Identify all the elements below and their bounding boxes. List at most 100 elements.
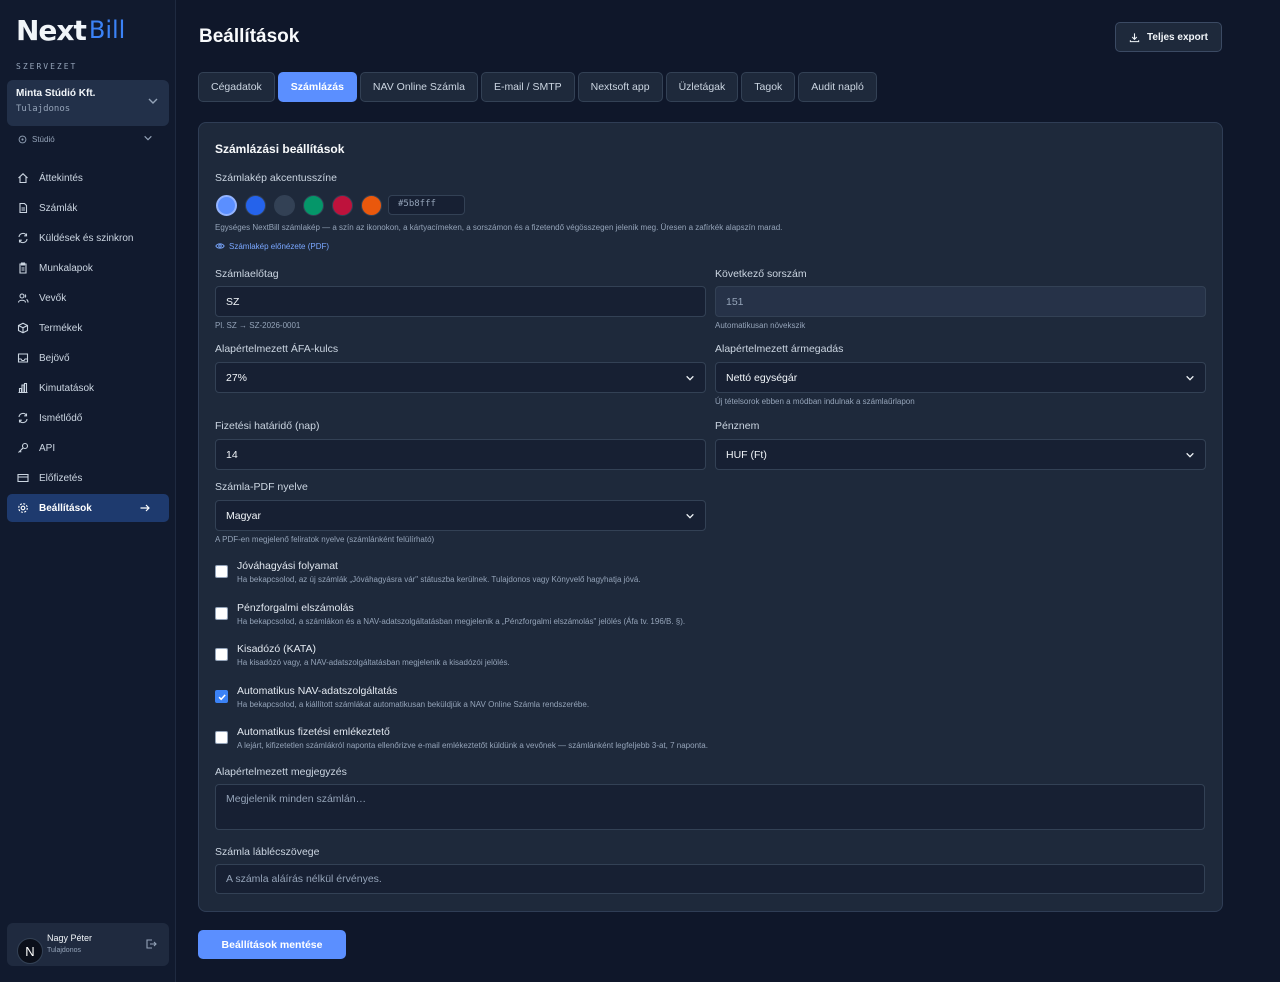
save-settings-button[interactable]: Beállítások mentése	[198, 930, 346, 959]
sidebar-item-label: Küldések és szinkron	[39, 232, 134, 244]
box-icon	[17, 322, 29, 334]
export-label: Teljes export	[1147, 31, 1208, 43]
export-button[interactable]: Teljes export	[1115, 22, 1222, 52]
footer-text-input[interactable]: A számla aláírás nélkül érvényes.	[215, 864, 1205, 894]
sidebar-item-attekintes[interactable]: Áttekintés	[7, 164, 169, 192]
chevron-down-icon	[148, 98, 158, 104]
tab-cegadatok[interactable]: Cégadatok	[198, 72, 275, 102]
pdf-language-select[interactable]: Magyar	[215, 500, 706, 531]
vat-select[interactable]: 27%	[215, 362, 706, 393]
user-role: Tulajdonos	[47, 947, 81, 954]
chevron-down-icon	[686, 513, 694, 519]
tab-szamlazas[interactable]: Számlázás	[277, 72, 357, 102]
app-logo[interactable]: Next Bill	[16, 13, 126, 47]
chevron-down-icon	[144, 135, 152, 141]
tab-audit-naplo[interactable]: Audit napló	[798, 72, 877, 102]
auto-nav-option[interactable]: Automatikus NAV-adatszolgáltatás Ha beka…	[215, 685, 589, 709]
sidebar-item-bejovo[interactable]: Bejövő	[7, 344, 169, 372]
next-number-label: Következő sorszám	[715, 268, 807, 280]
sidebar-item-label: Vevők	[39, 292, 67, 304]
key-icon	[18, 442, 29, 453]
org-role: Tulajdonos	[16, 104, 71, 114]
accent-swatch-blue-light[interactable]	[216, 195, 237, 216]
cash-accounting-option[interactable]: Pénzforgalmi elszámolás Ha bekapcsolod, …	[215, 602, 685, 626]
logout-icon[interactable]	[145, 938, 157, 950]
sidebar-item-vevok[interactable]: Vevők	[7, 284, 169, 312]
payment-reminder-option[interactable]: Automatikus fizetési emlékeztető A lejár…	[215, 726, 708, 750]
accent-swatch-slate[interactable]	[274, 195, 295, 216]
sidebar-item-beallitasok[interactable]: Beállítások	[7, 494, 169, 522]
sidebar-item-label: Bejövő	[39, 352, 70, 364]
sidebar-item-label: Ismétlődő	[39, 412, 83, 424]
approval-workflow-checkbox[interactable]	[215, 565, 228, 578]
auto-nav-checkbox[interactable]	[215, 690, 228, 703]
sidebar-item-munkalapok[interactable]: Munkalapok	[7, 254, 169, 282]
sidebar-item-elofizetes[interactable]: Előfizetés	[7, 464, 169, 492]
tab-nextsoft-app[interactable]: Nextsoft app	[577, 72, 663, 102]
default-note-label: Alapértelmezett megjegyzés	[215, 766, 347, 778]
accent-hex-input[interactable]: #5b8fff	[388, 195, 465, 215]
sidebar-item-api[interactable]: API	[7, 434, 169, 462]
tab-tagok[interactable]: Tagok	[741, 72, 796, 102]
tab-nav-online[interactable]: NAV Online Számla	[359, 72, 478, 102]
sidebar-item-label: Kimutatások	[39, 382, 95, 394]
studio-selector[interactable]: Stúdió	[18, 132, 158, 146]
card-title: Számlázási beállítások	[215, 142, 345, 156]
kata-checkbox[interactable]	[215, 648, 228, 661]
option-title: Pénzforgalmi elszámolás	[237, 602, 354, 614]
accent-swatch-green[interactable]	[303, 195, 324, 216]
payment-reminder-checkbox[interactable]	[215, 731, 228, 744]
clipboard-icon	[19, 262, 27, 274]
default-note-textarea[interactable]: Megjelenik minden számlán…	[215, 784, 1205, 830]
logo-bill: Bill	[88, 16, 126, 44]
currency-label: Pénznem	[715, 420, 760, 432]
option-title: Automatikus NAV-adatszolgáltatás	[237, 685, 398, 697]
sidebar-item-kuldesek[interactable]: Küldések és szinkron	[7, 224, 169, 252]
tab-uzletagak[interactable]: Üzletágak	[665, 72, 739, 102]
option-title: Automatikus fizetési emlékeztető	[237, 726, 390, 738]
vat-label: Alapértelmezett ÁFA-kulcs	[215, 343, 339, 355]
pdf-preview-link[interactable]: Számlakép előnézete (PDF)	[215, 241, 329, 251]
sidebar-item-szamlak[interactable]: Számlák	[7, 194, 169, 222]
chart-icon	[18, 382, 28, 394]
accent-label: Számlakép akcentusszíne	[215, 172, 337, 184]
pdf-preview-label: Számlakép előnézete (PDF)	[229, 241, 330, 251]
sidebar-item-label: Termékek	[39, 322, 83, 334]
sidebar-item-ismetlodo[interactable]: Ismétlődő	[7, 404, 169, 432]
accent-swatch-orange[interactable]	[361, 195, 382, 216]
download-icon	[1129, 32, 1140, 42]
logo-next: Next	[16, 13, 87, 47]
sidebar-item-kimutatasok[interactable]: Kimutatások	[7, 374, 169, 402]
price-mode-label: Alapértelmezett ármegadás	[715, 343, 844, 355]
users-icon	[17, 293, 29, 303]
accent-swatch-blue[interactable]	[245, 195, 266, 216]
prefix-label: Számlaelőtag	[215, 268, 279, 280]
due-days-input[interactable]: 14	[215, 439, 706, 470]
kata-option[interactable]: Kisadózó (KATA) Ha kisadózó vagy, a NAV-…	[215, 643, 510, 667]
user-profile[interactable]: N Nagy Péter Tulajdonos	[7, 923, 169, 966]
price-mode-select[interactable]: Nettó egységár	[715, 362, 1206, 393]
accent-swatch-red[interactable]	[332, 195, 353, 216]
settings-tabs: Cégadatok Számlázás NAV Online Számla E-…	[198, 72, 880, 102]
due-days-label: Fizetési határidő (nap)	[215, 420, 320, 432]
cash-accounting-checkbox[interactable]	[215, 607, 228, 620]
org-switcher[interactable]: Minta Stúdió Kft. Tulajdonos	[7, 80, 169, 126]
sidebar: Next Bill SZERVEZET Minta Stúdió Kft. Tu…	[0, 0, 176, 982]
avatar: N	[17, 938, 43, 964]
org-section-label: SZERVEZET	[16, 62, 78, 71]
price-mode-value: Nettó egységár	[726, 371, 798, 384]
option-title: Kisadózó (KATA)	[237, 643, 316, 655]
next-number-hint: Automatikusan növekszik	[715, 321, 806, 330]
eye-icon	[215, 243, 225, 249]
currency-value: HUF (Ft)	[726, 448, 767, 461]
approval-workflow-option[interactable]: Jóváhagyási folyamat Ha bekapcsolod, az …	[215, 560, 641, 584]
option-description: Ha bekapcsolod, a kiállított számlákat a…	[237, 700, 590, 709]
vat-select-value: 27%	[226, 371, 248, 384]
tab-email-smtp[interactable]: E-mail / SMTP	[480, 72, 575, 102]
sidebar-item-termekek[interactable]: Termékek	[7, 314, 169, 342]
sync-icon	[18, 232, 28, 244]
next-number-input: 151	[715, 286, 1206, 317]
prefix-input[interactable]: SZ	[215, 286, 706, 317]
accent-hint: Egységes NextBill számlakép — a szín az …	[215, 223, 783, 232]
currency-select[interactable]: HUF (Ft)	[715, 439, 1206, 470]
